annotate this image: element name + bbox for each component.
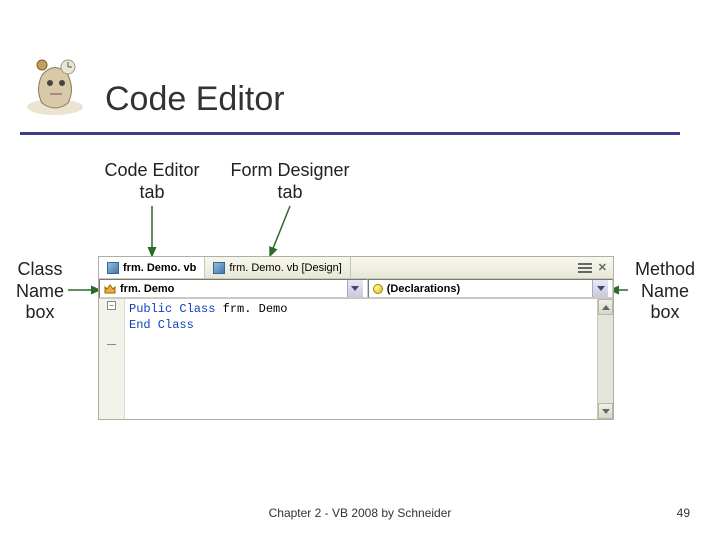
- close-tab-icon[interactable]: ✕: [598, 261, 607, 274]
- class-name-box[interactable]: frm. Demo: [99, 279, 368, 298]
- vertical-scrollbar[interactable]: [597, 299, 613, 419]
- class-combo-value: frm. Demo: [120, 283, 174, 295]
- tab-overflow-icon[interactable]: [578, 263, 592, 273]
- annotation-method-name-box: Method Name box: [625, 259, 705, 324]
- code-editor-text[interactable]: Public Class frm. Demo End Class: [125, 299, 597, 419]
- annotation-form-designer-tab: Form Designer tab: [210, 160, 370, 203]
- ide-screenshot: frm. Demo. vb frm. Demo. vb [Design] ✕ f…: [98, 256, 614, 420]
- fold-end-icon: [107, 344, 116, 345]
- vb-file-icon: [107, 262, 119, 274]
- tab-label: frm. Demo. vb [Design]: [229, 262, 341, 274]
- vb-file-icon: [213, 262, 225, 274]
- fold-toggle-icon[interactable]: −: [107, 301, 116, 310]
- annotation-class-name-box: Class Name box: [5, 259, 75, 324]
- form-designer-tab[interactable]: frm. Demo. vb [Design]: [205, 257, 350, 278]
- code-gutter: −: [99, 299, 125, 419]
- title-rule: [20, 132, 680, 135]
- method-name-box[interactable]: (Declarations): [368, 279, 613, 298]
- page-title: Code Editor: [105, 80, 285, 119]
- method-combo-value: (Declarations): [387, 283, 460, 295]
- footer-text: Chapter 2 - VB 2008 by Schneider: [0, 506, 720, 520]
- page-number: 49: [677, 506, 690, 520]
- chevron-down-icon[interactable]: [592, 280, 608, 297]
- tab-label: frm. Demo. vb: [123, 262, 196, 274]
- declarations-icon: [373, 284, 383, 294]
- scroll-up-button[interactable]: [598, 299, 613, 315]
- slide-logo: [20, 55, 90, 125]
- class-icon: [104, 284, 116, 294]
- scroll-down-button[interactable]: [598, 403, 613, 419]
- annotation-code-editor-tab: Code Editor tab: [87, 160, 217, 203]
- document-tabs: frm. Demo. vb frm. Demo. vb [Design] ✕: [99, 257, 613, 279]
- chevron-down-icon[interactable]: [347, 280, 363, 297]
- code-editor-tab[interactable]: frm. Demo. vb: [99, 257, 205, 278]
